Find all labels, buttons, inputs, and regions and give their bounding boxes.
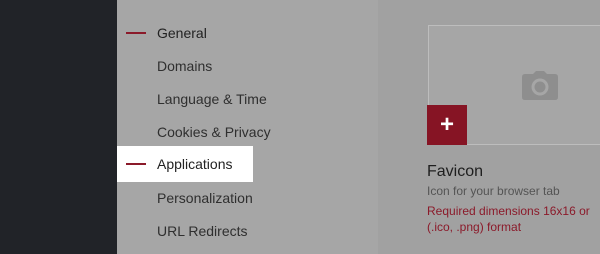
nav-item-domains[interactable]: Domains	[117, 49, 378, 82]
nav-item-label: Personalization	[157, 189, 253, 206]
camera-icon	[522, 71, 558, 100]
nav-item-language-time[interactable]: Language & Time	[117, 82, 378, 115]
active-indicator	[126, 163, 146, 165]
nav-item-label: General	[157, 24, 207, 41]
nav-item-label: Applications	[157, 156, 233, 172]
nav-item-label: Language & Time	[157, 90, 267, 107]
settings-content: + Favicon Icon for your browser tab Requ…	[378, 0, 600, 254]
app-rail	[0, 0, 117, 254]
nav-item-general[interactable]: General	[117, 16, 378, 49]
nav-item-label: Cookies & Privacy	[157, 123, 271, 140]
nav-item-personalization[interactable]: Personalization	[117, 181, 378, 214]
plus-icon: +	[439, 111, 454, 138]
nav-item-label: URL Redirects	[157, 222, 248, 239]
add-favicon-button[interactable]: +	[427, 105, 467, 145]
nav-item-url-redirects[interactable]: URL Redirects	[117, 214, 378, 247]
nav-item-label: Domains	[157, 57, 213, 74]
active-indicator	[126, 32, 146, 34]
nav-item-cookies-privacy[interactable]: Cookies & Privacy	[117, 115, 378, 148]
favicon-requirement-format: (.ico, .png) format	[427, 220, 522, 234]
nav-item-applications[interactable]: Applications	[117, 146, 253, 182]
favicon-requirement: Required dimensions 16x16 or	[427, 204, 590, 218]
settings-nav: General Domains Language & Time Cookies …	[117, 0, 378, 254]
favicon-description: Icon for your browser tab	[427, 184, 560, 198]
favicon-title: Favicon	[427, 163, 484, 180]
